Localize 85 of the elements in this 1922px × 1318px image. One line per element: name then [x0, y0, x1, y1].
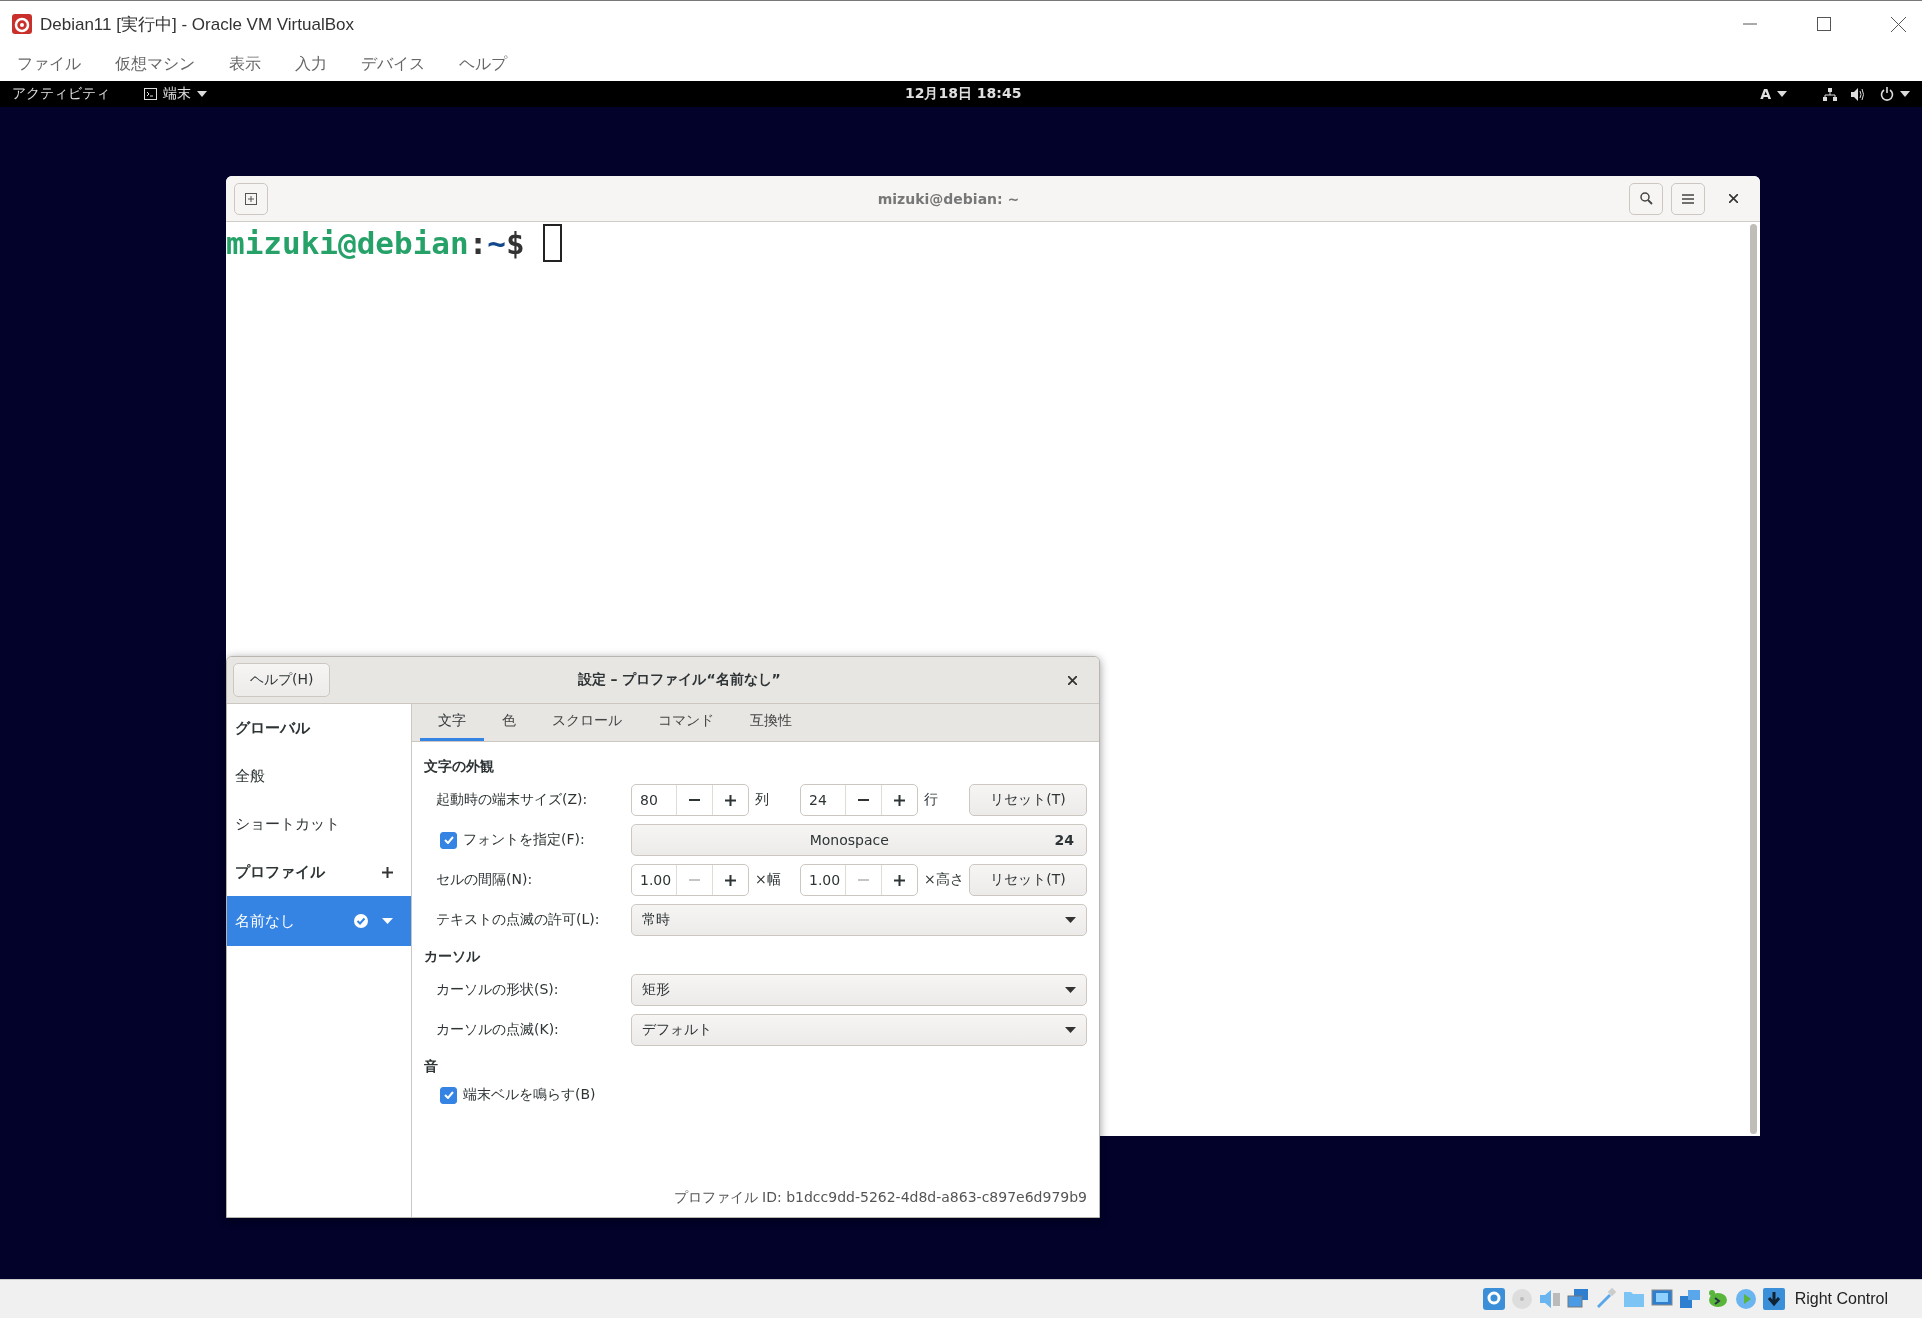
- plus-square-icon: [245, 192, 257, 205]
- section-heading: 文字の外観: [424, 758, 495, 776]
- dropdown[interactable]: 矩形: [631, 974, 1087, 1006]
- power-icon: [1880, 87, 1894, 101]
- sidebar-item[interactable]: ショートカット: [227, 800, 411, 848]
- sidebar-item[interactable]: 全般: [227, 752, 411, 800]
- close-icon[interactable]: [1068, 675, 1077, 685]
- app-logo-icon: [12, 14, 32, 34]
- scrollbar[interactable]: [1750, 224, 1757, 1134]
- caret-icon: [1777, 91, 1787, 97]
- field-label: カーソルの形状(S):: [435, 981, 560, 999]
- spin-field[interactable]: 24: [800, 784, 918, 816]
- field-label: 起動時の端末サイズ(Z):: [435, 791, 589, 809]
- host-key-label: Right Control: [1794, 1290, 1888, 1308]
- dropdown[interactable]: デフォルト: [631, 1014, 1087, 1046]
- profile-item[interactable]: 名前なし: [227, 896, 411, 946]
- caret-icon: [1900, 91, 1910, 97]
- search-icon: [1639, 192, 1653, 205]
- reset-button[interactable]: リセット(T): [969, 864, 1087, 896]
- menu-item[interactable]: 表示: [229, 53, 261, 75]
- menu-item[interactable]: 仮想マシン: [115, 53, 195, 75]
- terminal-icon: [144, 88, 157, 100]
- menu-button[interactable]: [1671, 182, 1705, 215]
- menu-item[interactable]: ヘルプ: [459, 53, 507, 75]
- add-icon[interactable]: [382, 866, 393, 878]
- monitors-icon[interactable]: [1566, 1288, 1589, 1310]
- menu-item[interactable]: ファイル: [17, 53, 81, 75]
- tab[interactable]: 文字: [420, 704, 484, 741]
- window-title: mizuki@debian: ~: [876, 190, 1021, 207]
- caret-icon: [1065, 1027, 1076, 1033]
- dropdown[interactable]: 常時: [631, 904, 1087, 936]
- network-icon[interactable]: [1823, 87, 1837, 101]
- tab[interactable]: 互換性: [732, 704, 810, 741]
- search-button[interactable]: [1629, 182, 1663, 215]
- dialog-title: 設定 – プロファイル“名前なし”: [576, 671, 782, 689]
- reset-button[interactable]: リセット(T): [969, 784, 1087, 816]
- video-camera-icon[interactable]: [1678, 1288, 1701, 1310]
- unit-label: ×幅: [754, 871, 782, 889]
- sidebar-heading: グローバル: [235, 718, 311, 738]
- shell-prompt: mizuki@debian:~$: [226, 225, 525, 261]
- activities-button[interactable]: アクティビティ: [12, 85, 110, 103]
- unit-label: 列: [754, 791, 770, 809]
- unit-label: ×高さ: [923, 871, 965, 889]
- text-cursor: [542, 224, 562, 262]
- check-circle-icon: [354, 914, 368, 928]
- power-menu[interactable]: [1880, 87, 1910, 101]
- field-label: テキストの点滅の許可(L):: [435, 911, 601, 929]
- menu-icon: [1682, 193, 1694, 204]
- tab[interactable]: コマンド: [640, 704, 732, 741]
- tab[interactable]: 色: [484, 704, 534, 741]
- checkbox[interactable]: [440, 1086, 457, 1104]
- field-label: カーソルの点滅(K):: [435, 1021, 560, 1039]
- window-title: Debian11 [実行中] - Oracle VM VirtualBox: [40, 13, 354, 36]
- checkbox-label: 端末ベルを鳴らす(B): [463, 1086, 596, 1104]
- profile-id: プロファイル ID: b1dcc9dd-5262-4d8d-a863-c897e6d979b9: [672, 1189, 1087, 1207]
- caret-icon: [197, 91, 207, 97]
- maximize-icon[interactable]: [1817, 17, 1831, 31]
- checkmark-icon: [443, 836, 454, 844]
- section-heading: カーソル: [424, 948, 481, 966]
- spin-field[interactable]: 80: [631, 784, 749, 816]
- spin-field[interactable]: 1.00: [631, 864, 749, 896]
- caret-icon: [1065, 917, 1076, 923]
- unit-label: 行: [923, 791, 939, 809]
- sidebar-heading: プロファイル: [235, 862, 326, 882]
- checkbox[interactable]: [440, 831, 457, 849]
- close-icon[interactable]: [1891, 16, 1906, 32]
- checkmark-icon: [443, 1091, 454, 1099]
- caret-icon[interactable]: [382, 918, 393, 924]
- checkbox-label: フォントを指定(F):: [463, 831, 585, 849]
- tab[interactable]: スクロール: [534, 704, 640, 741]
- menu-item[interactable]: 入力: [295, 53, 327, 75]
- clock[interactable]: 12月18日 18:45: [905, 85, 1022, 103]
- download-icon[interactable]: [1762, 1288, 1785, 1310]
- input-method-menu[interactable]: A: [1760, 86, 1787, 102]
- help-button[interactable]: ヘルプ(H): [233, 663, 331, 697]
- close-icon[interactable]: [1729, 194, 1738, 203]
- font-button[interactable]: Monospace 24: [631, 824, 1087, 856]
- app-menu[interactable]: 端末: [144, 85, 207, 103]
- field-label: セルの間隔(N):: [435, 871, 534, 889]
- volume-icon[interactable]: [1851, 87, 1866, 101]
- spin-field[interactable]: 1.00: [800, 864, 918, 896]
- new-tab-button[interactable]: [234, 182, 268, 215]
- caret-icon: [1065, 987, 1076, 993]
- menu-item[interactable]: デバイス: [361, 53, 425, 75]
- section-heading: 音: [424, 1058, 439, 1076]
